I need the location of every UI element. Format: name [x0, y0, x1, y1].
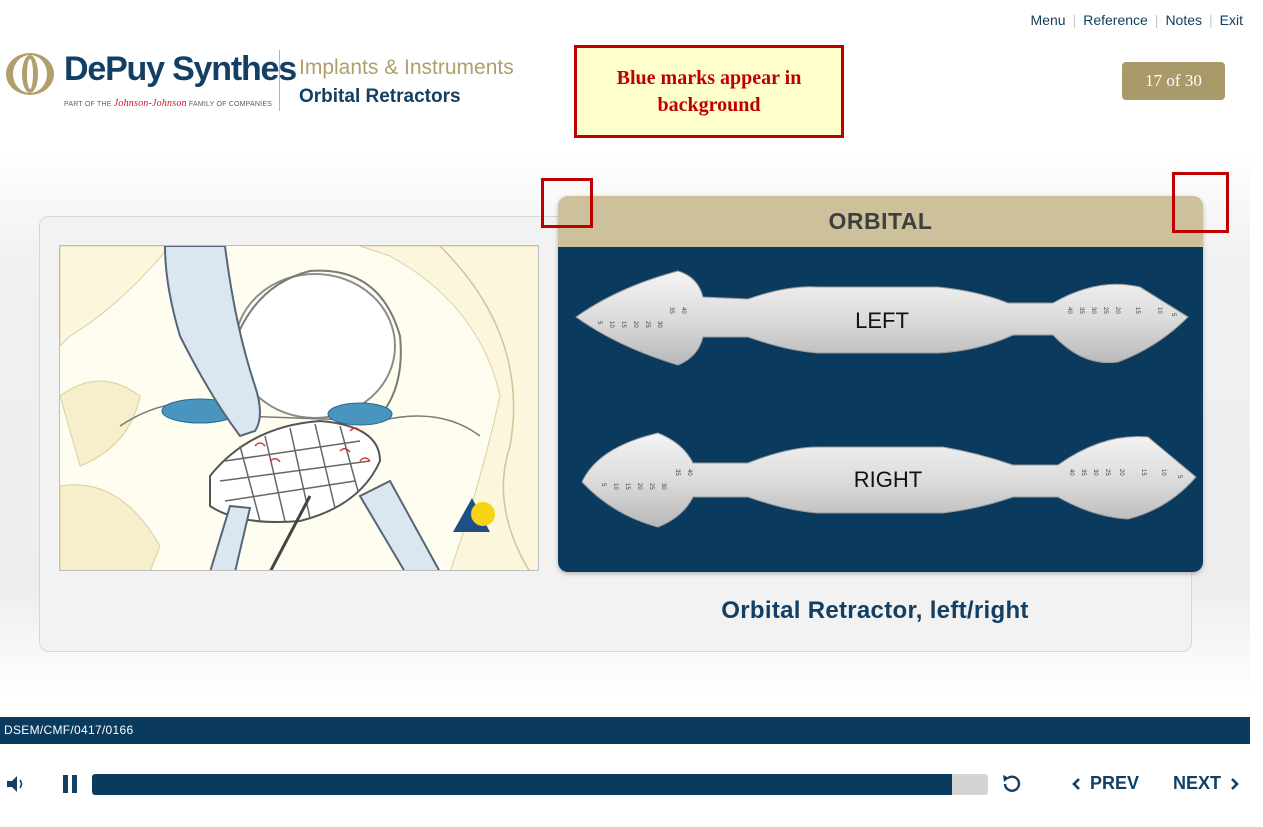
orbital-card-header: ORBITAL: [558, 196, 1203, 247]
svg-text:35: 35: [674, 469, 680, 476]
header-divider: [279, 50, 280, 111]
reference-link[interactable]: Reference: [1083, 12, 1148, 28]
svg-text:25: 25: [1104, 469, 1110, 476]
tagline-prefix: PART OF THE: [64, 101, 112, 108]
document-code: DSEM/CMF/0417/0166: [4, 723, 134, 737]
svg-text:10: 10: [608, 321, 614, 328]
svg-text:35: 35: [668, 307, 674, 314]
left-retractor-label: LEFT: [855, 308, 909, 333]
orbital-retractor-card: ORBITAL 5 10 15 20 25 30 35 40 40 35 30 …: [558, 196, 1203, 572]
nav-separator: |: [1209, 12, 1213, 28]
next-label: NEXT: [1173, 773, 1222, 793]
retractor-photos: 5 10 15 20 25 30 35 40 40 35 30 25 20 15: [575, 270, 1197, 528]
svg-text:10: 10: [1156, 307, 1162, 314]
module-title: Implants & Instruments: [299, 56, 514, 79]
svg-text:20: 20: [1114, 307, 1120, 314]
svg-text:25: 25: [1102, 307, 1108, 314]
notes-link[interactable]: Notes: [1165, 12, 1202, 28]
svg-text:40: 40: [1068, 469, 1074, 476]
player-controls: PREV NEXT: [0, 760, 1263, 806]
svg-text:25: 25: [648, 483, 654, 490]
callout-text: Blue marks appear in background: [616, 66, 802, 116]
svg-text:10: 10: [612, 483, 618, 490]
image-caption: Orbital Retractor, left/right: [721, 597, 1029, 624]
chevron-right-icon: [1231, 777, 1239, 790]
orbital-card-body: 5 10 15 20 25 30 35 40 40 35 30 25 20 15: [558, 247, 1203, 572]
svg-text:30: 30: [656, 321, 662, 328]
svg-text:25: 25: [644, 321, 650, 328]
brand-tagline: PART OF THE Johnson-Johnson FAMILY OF CO…: [64, 98, 272, 109]
tagline-brand: Johnson-Johnson: [113, 98, 187, 109]
svg-text:10: 10: [1160, 469, 1166, 476]
nav-separator: |: [1072, 12, 1077, 28]
svg-text:15: 15: [1140, 469, 1146, 476]
exit-link[interactable]: Exit: [1220, 12, 1243, 28]
pause-icon[interactable]: [61, 774, 79, 794]
orbit-retractor-illustration-icon: [60, 246, 538, 570]
replay-icon[interactable]: [1000, 773, 1024, 795]
svg-text:40: 40: [686, 469, 692, 476]
marker-box-left: [541, 178, 593, 228]
svg-text:15: 15: [1134, 307, 1140, 314]
prev-button[interactable]: PREV: [1070, 773, 1139, 794]
nav-separator: |: [1154, 12, 1159, 28]
svg-text:20: 20: [1118, 469, 1124, 476]
brand-mark-icon: [6, 53, 54, 95]
svg-text:30: 30: [1090, 307, 1096, 314]
tagline-suffix: FAMILY OF COMPANIES: [188, 101, 273, 108]
speaker-icon[interactable]: [6, 774, 28, 794]
chevron-left-icon: [1072, 777, 1080, 790]
svg-text:35: 35: [1080, 469, 1086, 476]
surgical-illustration: [59, 245, 539, 571]
progress-fill: [92, 774, 953, 795]
svg-text:15: 15: [624, 483, 630, 490]
next-button[interactable]: NEXT: [1173, 773, 1241, 794]
page-counter: 17 of 30: [1122, 62, 1225, 100]
svg-text:20: 20: [632, 321, 638, 328]
right-retractor-label: RIGHT: [854, 467, 922, 492]
module-subtitle: Orbital Retractors: [299, 86, 461, 107]
svg-text:40: 40: [680, 307, 686, 314]
svg-text:20: 20: [636, 483, 642, 490]
footer-bar: DSEM/CMF/0417/0166: [0, 717, 1250, 744]
svg-text:30: 30: [1092, 469, 1098, 476]
annotation-callout: Blue marks appear in background: [574, 45, 844, 138]
svg-text:15: 15: [620, 321, 626, 328]
prev-label: PREV: [1090, 773, 1140, 793]
progress-bar[interactable]: [92, 774, 988, 795]
svg-text:40: 40: [1066, 307, 1072, 314]
marker-box-right: [1172, 172, 1229, 233]
top-nav: Menu | Reference | Notes | Exit: [1031, 12, 1243, 28]
brand-logo: DePuy Synthes PART OF THE Johnson-Johnso…: [4, 48, 297, 112]
slide-stage: Menu | Reference | Notes | Exit DePuy Sy…: [0, 0, 1263, 827]
menu-link[interactable]: Menu: [1031, 12, 1066, 28]
svg-text:30: 30: [660, 483, 666, 490]
brand-name: DePuy Synthes: [64, 50, 297, 88]
svg-text:35: 35: [1078, 307, 1084, 314]
